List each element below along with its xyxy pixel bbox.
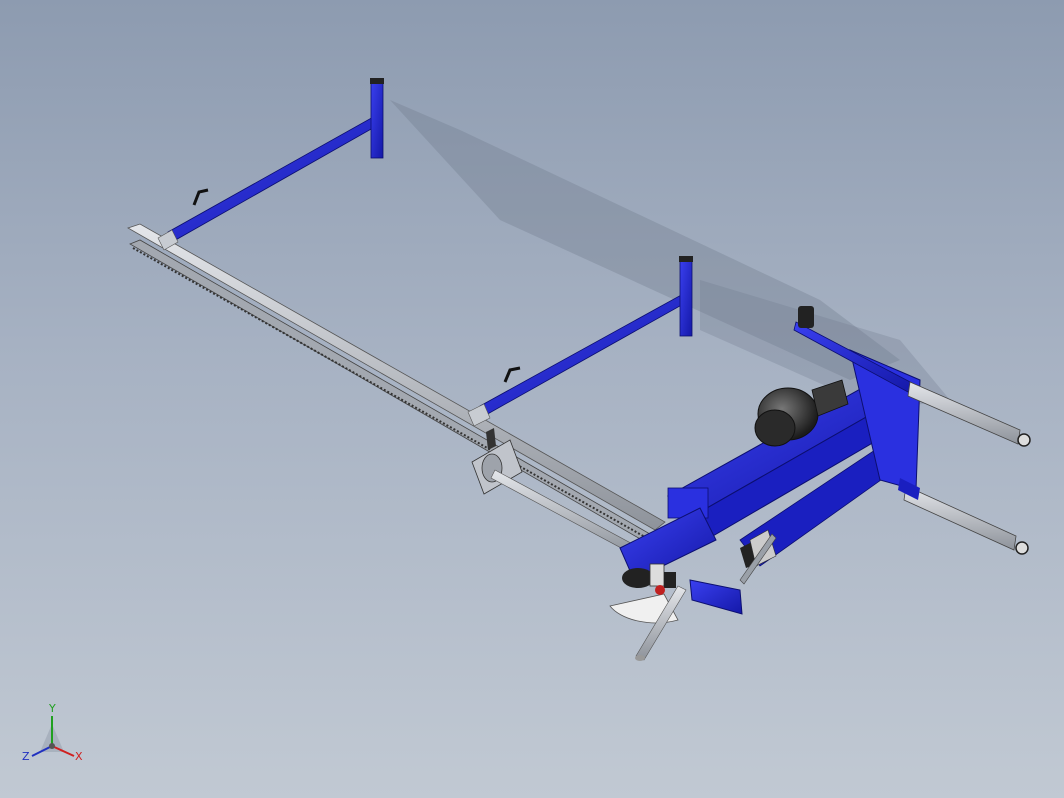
y-axis-label: Y bbox=[48, 702, 56, 715]
z-axis-label: Z bbox=[22, 750, 30, 763]
x-axis-label: X bbox=[75, 750, 83, 763]
guide-rail bbox=[127, 223, 666, 541]
support-arm-rear bbox=[157, 78, 384, 251]
clamp-lever-icon[interactable] bbox=[503, 366, 521, 383]
reference-triad: Y X Z bbox=[22, 702, 83, 763]
graphics-area[interactable]: Y X Z bbox=[0, 0, 1064, 798]
feed-carriage bbox=[471, 428, 641, 557]
model-view[interactable] bbox=[0, 0, 1064, 798]
clamp-lever-icon[interactable] bbox=[192, 188, 209, 206]
